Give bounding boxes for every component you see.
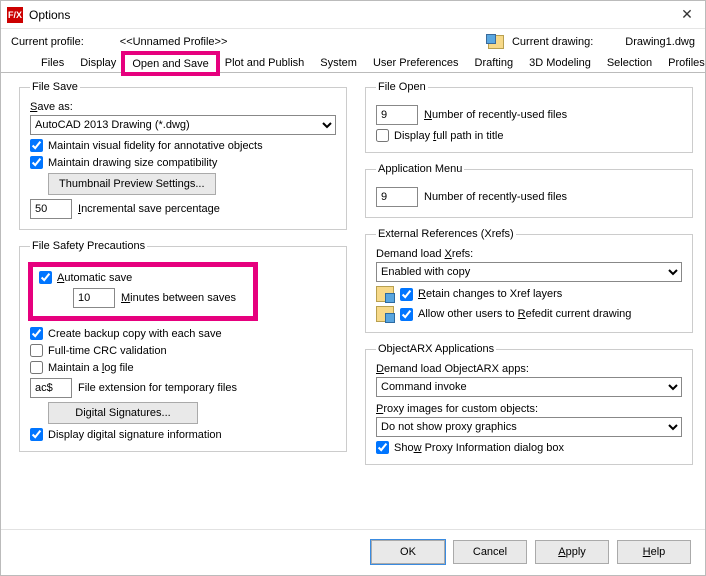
maintain-visual-checkbox[interactable]: Maintain visual fidelity for annotative …: [30, 139, 263, 152]
legend-file-open: File Open: [376, 81, 428, 93]
tab-user-preferences[interactable]: User Preferences: [365, 53, 467, 72]
save-as-select[interactable]: AutoCAD 2013 Drawing (*.dwg): [30, 115, 336, 135]
current-profile-name: <<Unnamed Profile>>: [120, 36, 228, 48]
create-backup-checkbox[interactable]: Create backup copy with each save: [30, 327, 222, 340]
ok-button[interactable]: OK: [371, 540, 445, 564]
legend-file-save: File Save: [30, 81, 80, 93]
incremental-save-input[interactable]: [30, 199, 72, 219]
thumbnail-preview-button[interactable]: Thumbnail Preview Settings...: [48, 173, 216, 195]
group-file-safety: File Safety Precautions Automatic save M…: [19, 240, 347, 452]
cancel-button[interactable]: Cancel: [453, 540, 527, 564]
show-proxy-dialog-checkbox[interactable]: Show Proxy Information dialog box: [376, 441, 564, 454]
profile-row: Current profile: <<Unnamed Profile>> Cur…: [1, 29, 705, 51]
tab-files[interactable]: Files: [33, 53, 72, 72]
apply-button[interactable]: Apply: [535, 540, 609, 564]
help-button[interactable]: Help: [617, 540, 691, 564]
tab-selection[interactable]: Selection: [599, 53, 660, 72]
demand-load-xrefs-select[interactable]: Enabled with copy: [376, 262, 682, 282]
xref-icon-2: [376, 306, 394, 322]
display-signature-checkbox[interactable]: Display digital signature information: [30, 428, 222, 441]
demand-load-xrefs-label: Demand load Xrefs:: [376, 248, 682, 260]
recent-files-menu-input[interactable]: [376, 187, 418, 207]
tab-strip: Files Display Open and Save Plot and Pub…: [1, 51, 705, 73]
allow-refedit-checkbox[interactable]: Allow other users to Refedit current dra…: [400, 308, 631, 321]
incremental-save-label: Incremental save percentage: [78, 203, 220, 215]
close-button[interactable]: ✕: [675, 3, 699, 27]
app-icon: F/X: [7, 7, 23, 23]
current-profile-label: Current profile:: [11, 36, 84, 48]
recent-files-open-label: Number of recently-used files: [424, 109, 567, 121]
recent-files-menu-label: Number of recently-used files: [424, 191, 567, 203]
group-file-open: File Open Number of recently-used files …: [365, 81, 693, 153]
save-as-label: Save as:: [30, 101, 336, 113]
autosave-highlight: Automatic save Minutes between saves: [28, 262, 258, 321]
tab-drafting[interactable]: Drafting: [467, 53, 522, 72]
legend-application-menu: Application Menu: [376, 163, 464, 175]
retain-xref-layers-checkbox[interactable]: Retain changes to Xref layers: [400, 288, 562, 301]
autosave-minutes-label: Minutes between saves: [121, 292, 236, 304]
titlebar: F/X Options ✕: [1, 1, 705, 29]
maintain-log-checkbox[interactable]: Maintain a log file: [30, 361, 134, 374]
window-title: Options: [29, 8, 675, 22]
legend-file-safety: File Safety Precautions: [30, 240, 147, 252]
tab-display[interactable]: Display: [72, 53, 124, 72]
tab-open-and-save[interactable]: Open and Save: [124, 54, 216, 73]
current-drawing-name: Drawing1.dwg: [625, 36, 695, 48]
xref-icon: [376, 286, 394, 302]
demand-load-arx-label: Demand load ObjectARX apps:: [376, 363, 682, 375]
dialog-footer: OK Cancel Apply Help: [1, 529, 705, 574]
automatic-save-checkbox[interactable]: Automatic save: [39, 271, 247, 284]
demand-load-arx-select[interactable]: Command invoke: [376, 377, 682, 397]
group-xrefs: External References (Xrefs) Demand load …: [365, 228, 693, 333]
recent-files-open-input[interactable]: [376, 105, 418, 125]
crc-validation-checkbox[interactable]: Full-time CRC validation: [30, 344, 167, 357]
tab-system[interactable]: System: [312, 53, 365, 72]
proxy-images-select[interactable]: Do not show proxy graphics: [376, 417, 682, 437]
maintain-size-checkbox[interactable]: Maintain drawing size compatibility: [30, 156, 217, 169]
full-path-checkbox[interactable]: Display full path in title: [376, 129, 503, 142]
legend-xrefs: External References (Xrefs): [376, 228, 516, 240]
current-drawing-label: Current drawing:: [512, 36, 593, 48]
digital-signatures-button[interactable]: Digital Signatures...: [48, 402, 198, 424]
temp-ext-label: File extension for temporary files: [78, 382, 237, 394]
group-file-save: File Save Save as: AutoCAD 2013 Drawing …: [19, 81, 347, 230]
tab-plot-publish[interactable]: Plot and Publish: [217, 53, 313, 72]
legend-objectarx: ObjectARX Applications: [376, 343, 496, 355]
autosave-minutes-input[interactable]: [73, 288, 115, 308]
proxy-images-label: Proxy images for custom objects:: [376, 403, 682, 415]
tab-profiles[interactable]: Profiles: [660, 53, 706, 72]
group-application-menu: Application Menu Number of recently-used…: [365, 163, 693, 218]
tab-3d-modeling[interactable]: 3D Modeling: [521, 53, 599, 72]
temp-ext-input[interactable]: [30, 378, 72, 398]
drawing-icon: [488, 35, 504, 49]
group-objectarx: ObjectARX Applications Demand load Objec…: [365, 343, 693, 465]
